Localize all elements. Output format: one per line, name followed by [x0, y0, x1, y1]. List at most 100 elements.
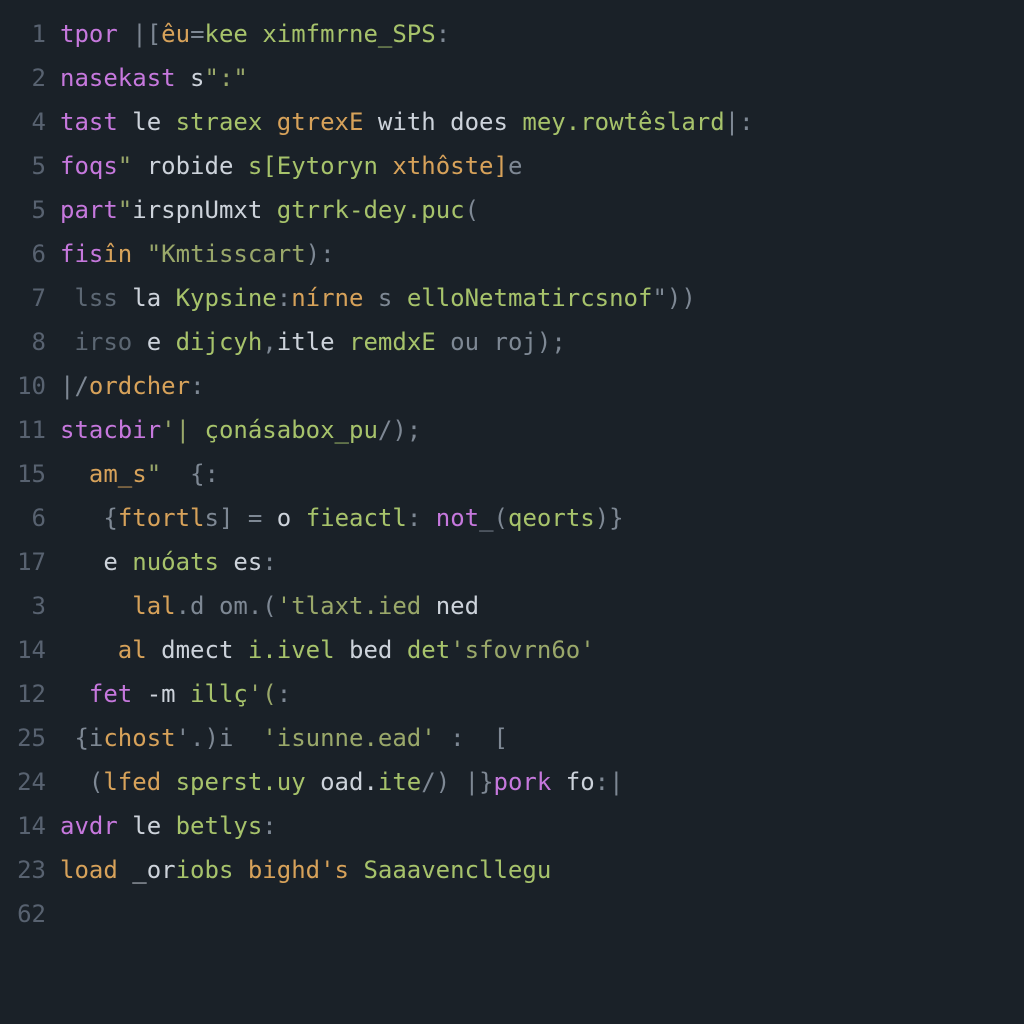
token-op: :: [407, 504, 436, 532]
code-line[interactable]: tast le straex gtrexE with does mey.rowt…: [60, 100, 1024, 144]
token-id: în: [103, 240, 146, 268]
token-str: '|: [161, 416, 190, 444]
token-id: chost: [103, 724, 175, 752]
token-op: :: [277, 284, 291, 312]
token-id: ordcher: [89, 372, 190, 400]
token-id: êu: [161, 20, 190, 48]
token-fn: dijcyh: [176, 328, 263, 356]
line-number: 4: [0, 100, 46, 144]
token-id: lfed: [103, 768, 161, 796]
line-number: 10: [0, 364, 46, 408]
code-line[interactable]: avdr le betlys:: [60, 804, 1024, 848]
token-op: ):: [306, 240, 335, 268]
token-pl: e: [60, 548, 132, 576]
line-number: 15: [0, 452, 46, 496]
code-line[interactable]: foqs" robide s[Eytoryn xthôste]e: [60, 144, 1024, 188]
token-pl: es: [219, 548, 262, 576]
line-number: 1: [0, 12, 46, 56]
code-line[interactable]: part"irspnUmxt gtrrk-dey.puc(: [60, 188, 1024, 232]
line-number: 14: [0, 804, 46, 848]
line-number: 62: [0, 892, 46, 936]
line-number: 23: [0, 848, 46, 892]
code-line[interactable]: lss la Kypsine:nírne s elloNetmatircsnof…: [60, 276, 1024, 320]
token-fn: iobs: [176, 856, 248, 884]
token-kw: fet: [89, 680, 132, 708]
code-area[interactable]: tpor |[êu=kee ximfmrne_SPS:nasekast s":"…: [60, 12, 1024, 1024]
token-op: '.)i: [176, 724, 263, 752]
token-op: )}: [595, 504, 624, 532]
code-line[interactable]: {ftortls] = o fieactl: not_(qeorts)}: [60, 496, 1024, 540]
token-pl: -m: [132, 680, 190, 708]
token-op: :: [277, 680, 291, 708]
token-id: am_s: [89, 460, 147, 488]
token-kw: avdr: [60, 812, 118, 840]
token-op: {: [103, 504, 117, 532]
token-kw: foqs: [60, 152, 118, 180]
code-editor[interactable]: 12455678101115617314122524142362 tpor |[…: [0, 0, 1024, 1024]
token-fn: remdxE: [349, 328, 436, 356]
token-fn: det: [407, 636, 450, 664]
token-pl: dmect: [147, 636, 248, 664]
token-op: ")): [652, 284, 695, 312]
code-line[interactable]: fisîn "Kmtisscart):: [60, 232, 1024, 276]
code-line[interactable]: [60, 892, 1024, 936]
token-op: /) |}: [421, 768, 493, 796]
token-fn: elloNetmatircsnof: [407, 284, 653, 312]
token-fn: Kypsine: [176, 284, 277, 312]
token-str: "Kmtisscart: [147, 240, 306, 268]
code-line[interactable]: load _oriobs bighd's Saaavencllegu: [60, 848, 1024, 892]
token-op: (: [465, 196, 479, 224]
token-kw: part: [60, 196, 118, 224]
code-line[interactable]: fet -m illç'(:: [60, 672, 1024, 716]
token-pl: le: [118, 108, 176, 136]
code-line[interactable]: {ichost'.)i 'isunne.ead' : [: [60, 716, 1024, 760]
token-kw: tast: [60, 108, 118, 136]
token-pl: [60, 636, 118, 664]
token-pl: ned: [421, 592, 479, 620]
code-line[interactable]: nasekast s":": [60, 56, 1024, 100]
code-line[interactable]: lal.d om.('tlaxt.ied ned: [60, 584, 1024, 628]
token-op: ,: [262, 328, 276, 356]
token-op: :: [262, 812, 276, 840]
token-fn: kee: [205, 20, 263, 48]
token-id: nírne: [291, 284, 378, 312]
token-fn: gtrrk-dey.puc: [277, 196, 465, 224]
token-op: |:: [725, 108, 754, 136]
token-fn: mey.rowtêslard: [522, 108, 724, 136]
token-fn: Saaavencllegu: [363, 856, 551, 884]
token-str: ": [147, 460, 190, 488]
token-op: :: [436, 20, 450, 48]
token-fn: illç: [190, 680, 248, 708]
code-line[interactable]: am_s" {:: [60, 452, 1024, 496]
token-str: '(: [248, 680, 277, 708]
line-number: 2: [0, 56, 46, 100]
token-pl: [60, 460, 89, 488]
token-fn: s[Eytoryn: [248, 152, 378, 180]
code-line[interactable]: tpor |[êu=kee ximfmrne_SPS:: [60, 12, 1024, 56]
token-cm: lss: [60, 284, 118, 312]
token-op: j);: [522, 328, 565, 356]
token-op: |/: [60, 372, 89, 400]
token-pl: fo: [551, 768, 594, 796]
token-str: ": [118, 196, 132, 224]
code-line[interactable]: |/ordcher:: [60, 364, 1024, 408]
token-op: {i: [60, 724, 103, 752]
line-number: 6: [0, 232, 46, 276]
token-pl: le: [118, 812, 176, 840]
code-line[interactable]: stacbir'| çonásabox_pu/);: [60, 408, 1024, 452]
line-number: 24: [0, 760, 46, 804]
token-op: e: [508, 152, 522, 180]
token-kw: nasekast: [60, 64, 176, 92]
code-line[interactable]: e nuóats es:: [60, 540, 1024, 584]
token-pl: robide: [147, 152, 248, 180]
line-number: 7: [0, 276, 46, 320]
line-number: 17: [0, 540, 46, 584]
code-line[interactable]: (lfed sperst.uy oad.ite/) |}pork fo:|: [60, 760, 1024, 804]
token-str: ":": [205, 64, 248, 92]
token-id: ftortl: [118, 504, 205, 532]
token-id: load: [60, 856, 118, 884]
code-line[interactable]: al dmect i.ivel bed det'sfovrn6o': [60, 628, 1024, 672]
token-fn: sperst.uy: [176, 768, 306, 796]
token-kw: fis: [60, 240, 103, 268]
code-line[interactable]: irso e dijcyh,itle remdxE ou roj);: [60, 320, 1024, 364]
